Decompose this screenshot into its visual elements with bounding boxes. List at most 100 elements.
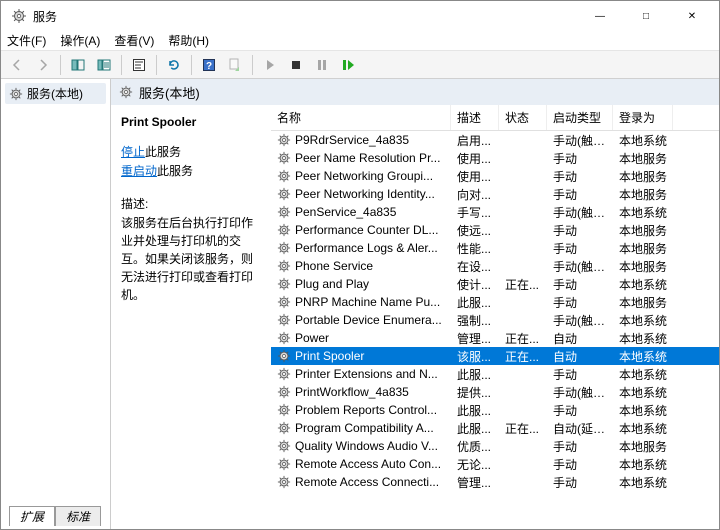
gear-icon xyxy=(277,421,291,435)
service-startup: 手动 xyxy=(547,240,613,257)
service-row[interactable]: Printer Extensions and N...此服...手动本地系统 xyxy=(271,365,719,383)
tab-extended[interactable]: 扩展 xyxy=(9,506,55,526)
service-desc: 性能... xyxy=(451,240,499,257)
service-logon: 本地系统 xyxy=(613,402,673,419)
service-desc: 启用... xyxy=(451,132,499,149)
gear-icon xyxy=(277,259,291,273)
service-desc: 在设... xyxy=(451,258,499,275)
list-body[interactable]: P9RdrService_4a835启用...手动(触发...本地系统Peer … xyxy=(271,131,719,529)
service-logon: 本地系统 xyxy=(613,456,673,473)
service-row[interactable]: Remote Access Connecti...管理...手动本地系统 xyxy=(271,473,719,491)
service-desc: 此服... xyxy=(451,402,499,419)
service-row[interactable]: Power管理...正在...自动本地系统 xyxy=(271,329,719,347)
service-logon: 本地服务 xyxy=(613,168,673,185)
restart-link[interactable]: 重启动 xyxy=(121,164,157,178)
service-desc: 该服... xyxy=(451,348,499,365)
service-row[interactable]: Peer Name Resolution Pr...使用...手动本地服务 xyxy=(271,149,719,167)
start-service-button[interactable] xyxy=(258,54,282,76)
service-row[interactable]: Phone Service在设...手动(触发...本地服务 xyxy=(271,257,719,275)
service-logon: 本地系统 xyxy=(613,312,673,329)
show-hide-tree-button[interactable] xyxy=(66,54,90,76)
service-logon: 本地系统 xyxy=(613,132,673,149)
detail-pane: Print Spooler 停止此服务 重启动此服务 描述: 该服务在后台执行打… xyxy=(111,105,271,529)
service-row[interactable]: Problem Reports Control... 此服... 手动本地系统 xyxy=(271,401,719,419)
service-logon: 本地系统 xyxy=(613,474,673,491)
service-row[interactable]: Program Compatibility A...此服...正在...自动(延… xyxy=(271,419,719,437)
forward-button[interactable] xyxy=(31,54,55,76)
menu-action[interactable]: 操作(A) xyxy=(60,32,100,49)
col-logon[interactable]: 登录为 xyxy=(613,105,673,130)
minimize-button[interactable]: — xyxy=(577,1,623,31)
service-row[interactable]: Portable Device Enumera...强制...手动(触发...本… xyxy=(271,311,719,329)
service-row[interactable]: Quality Windows Audio V...优质...手动本地服务 xyxy=(271,437,719,455)
col-startup[interactable]: 启动类型 xyxy=(547,105,613,130)
service-logon: 本地服务 xyxy=(613,222,673,239)
gear-icon xyxy=(9,87,23,101)
service-startup: 手动(触发... xyxy=(547,258,613,275)
service-name: Problem Reports Control... xyxy=(295,403,437,417)
service-list: 名称 描述 状态 启动类型 登录为 P9RdrService_4a835启用..… xyxy=(271,105,719,529)
tab-standard[interactable]: 标准 xyxy=(55,506,101,526)
service-logon: 本地系统 xyxy=(613,384,673,401)
close-button[interactable]: ✕ xyxy=(669,1,715,31)
service-status: 正在... xyxy=(499,276,547,293)
col-status[interactable]: 状态 xyxy=(499,105,547,130)
gear-icon xyxy=(277,187,291,201)
refresh-button[interactable] xyxy=(162,54,186,76)
service-logon: 本地服务 xyxy=(613,438,673,455)
service-name: Performance Logs & Aler... xyxy=(295,241,438,255)
gear-icon xyxy=(277,295,291,309)
stop-link[interactable]: 停止 xyxy=(121,145,145,159)
service-name: Portable Device Enumera... xyxy=(295,313,442,327)
stop-service-button[interactable] xyxy=(284,54,308,76)
service-logon: 本地服务 xyxy=(613,150,673,167)
service-row[interactable]: Peer Networking Groupi...使用...手动本地服务 xyxy=(271,167,719,185)
service-row[interactable]: P9RdrService_4a835启用...手动(触发...本地系统 xyxy=(271,131,719,149)
service-startup: 自动 xyxy=(547,348,613,365)
toolbar: ? xyxy=(1,51,719,79)
service-startup: 自动 xyxy=(547,330,613,347)
gear-icon xyxy=(277,313,291,327)
service-logon: 本地系统 xyxy=(613,330,673,347)
svg-text:?: ? xyxy=(206,61,212,72)
help-button[interactable]: ? xyxy=(197,54,221,76)
maximize-button[interactable]: □ xyxy=(623,1,669,31)
service-desc: 使用... xyxy=(451,150,499,167)
service-desc: 使用... xyxy=(451,168,499,185)
col-desc[interactable]: 描述 xyxy=(451,105,499,130)
service-row[interactable]: PNRP Machine Name Pu...此服...手动本地服务 xyxy=(271,293,719,311)
properties-button[interactable] xyxy=(127,54,151,76)
service-row[interactable]: Print Spooler该服...正在...自动本地系统 xyxy=(271,347,719,365)
description-label: 描述: xyxy=(121,195,261,212)
service-row[interactable]: Performance Counter DL...使远...手动本地服务 xyxy=(271,221,719,239)
tree-root-item[interactable]: 服务(本地) xyxy=(5,83,106,104)
gear-icon xyxy=(277,331,291,345)
service-name: Remote Access Auto Con... xyxy=(295,457,441,471)
window-title: 服务 xyxy=(33,8,577,25)
service-row[interactable]: Peer Networking Identity...向对...手动本地服务 xyxy=(271,185,719,203)
service-logon: 本地服务 xyxy=(613,186,673,203)
pause-service-button[interactable] xyxy=(310,54,334,76)
col-name[interactable]: 名称 xyxy=(271,105,451,130)
service-name: Print Spooler xyxy=(295,349,364,363)
gear-icon xyxy=(277,475,291,489)
menu-view[interactable]: 查看(V) xyxy=(114,32,154,49)
menu-file[interactable]: 文件(F) xyxy=(7,32,46,49)
restart-service-button[interactable] xyxy=(336,54,360,76)
back-button[interactable] xyxy=(5,54,29,76)
export-list-button[interactable] xyxy=(92,54,116,76)
gear-icon xyxy=(277,151,291,165)
gear-icon xyxy=(119,85,133,99)
service-row[interactable]: Plug and Play使计...正在...手动本地系统 xyxy=(271,275,719,293)
service-row[interactable]: Performance Logs & Aler...性能...手动本地服务 xyxy=(271,239,719,257)
service-name: Remote Access Connecti... xyxy=(295,475,439,489)
gear-icon xyxy=(277,385,291,399)
service-row[interactable]: PrintWorkflow_4a835提供...手动(触发...本地系统 xyxy=(271,383,719,401)
service-desc: 优质... xyxy=(451,438,499,455)
service-row[interactable]: PenService_4a835手写...手动(触发...本地系统 xyxy=(271,203,719,221)
service-startup: 手动 xyxy=(547,402,613,419)
service-row[interactable]: Remote Access Auto Con...无论...手动本地系统 xyxy=(271,455,719,473)
export-button[interactable] xyxy=(223,54,247,76)
service-logon: 本地系统 xyxy=(613,420,673,437)
menu-help[interactable]: 帮助(H) xyxy=(168,32,209,49)
